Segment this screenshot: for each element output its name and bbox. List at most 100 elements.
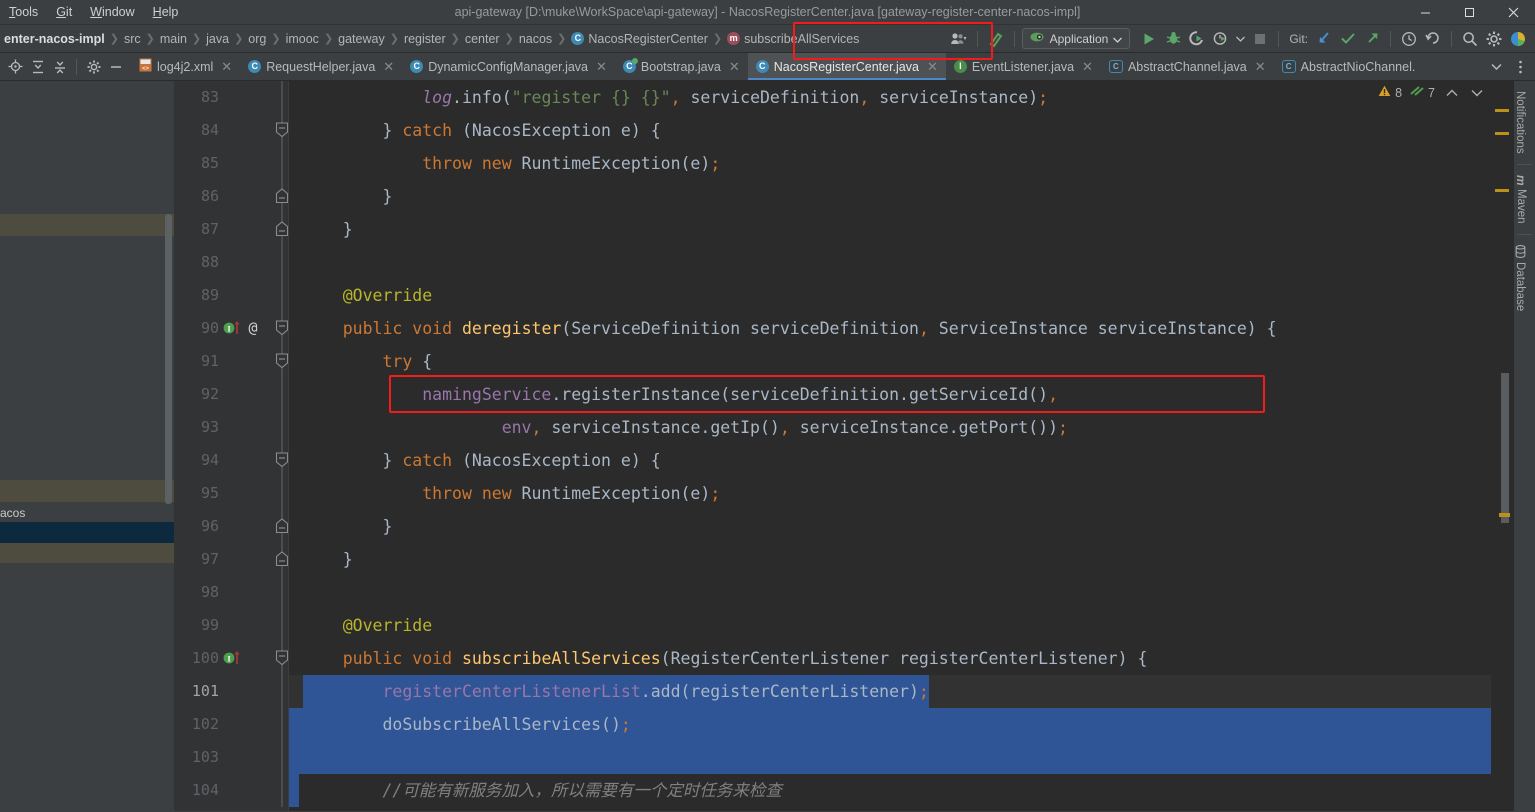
fold-marker[interactable]	[274, 444, 290, 477]
close-icon[interactable]: ✕	[1082, 59, 1093, 75]
editor-tab-abstractchannel[interactable]: C AbstractChannel.java ✕	[1101, 53, 1274, 80]
code-line[interactable]: 88	[174, 246, 1513, 279]
gear-icon[interactable]	[83, 56, 104, 77]
code-line[interactable]: 99 @Override	[174, 609, 1513, 642]
build-icon[interactable]	[985, 28, 1007, 50]
breadcrumb-item-method[interactable]: m subscribeAllServices	[723, 32, 863, 46]
fold-marker[interactable]	[274, 213, 290, 246]
chevron-down-icon[interactable]	[1471, 86, 1483, 100]
fold-marker[interactable]	[274, 312, 290, 345]
code-line[interactable]: 100 I public void subscribeAllServices(Re…	[174, 642, 1513, 675]
breadcrumb-item-gateway[interactable]: gateway	[334, 32, 389, 46]
close-icon[interactable]: ✕	[383, 59, 394, 75]
more-vertical-icon[interactable]	[1509, 56, 1531, 78]
code-line[interactable]: 91 try {	[174, 345, 1513, 378]
code-line[interactable]: 96 }	[174, 510, 1513, 543]
breadcrumb-item-center[interactable]: center	[461, 32, 504, 46]
code-line[interactable]: 85 throw new RuntimeException(e);	[174, 147, 1513, 180]
code-line[interactable]: 84 } catch (NacosException e) {	[174, 114, 1513, 147]
project-row-highlight[interactable]	[0, 543, 174, 563]
fold-marker[interactable]	[274, 345, 290, 378]
breadcrumb-item-main[interactable]: main	[156, 32, 191, 46]
code-line[interactable]: 101 registerCenterListenerList.add(regis…	[174, 675, 1513, 708]
close-icon[interactable]	[1491, 0, 1535, 25]
commit-icon[interactable]	[1337, 28, 1359, 50]
breadcrumb-item-java[interactable]: java	[202, 32, 233, 46]
project-row-selected[interactable]	[0, 522, 174, 543]
update-project-icon[interactable]	[1313, 28, 1335, 50]
ide-color-icon[interactable]	[1507, 28, 1529, 50]
locate-icon[interactable]	[5, 56, 26, 77]
collapse-all-icon[interactable]	[49, 56, 70, 77]
code-line[interactable]: 97 }	[174, 543, 1513, 576]
breadcrumb-item-imooc[interactable]: imooc	[282, 32, 323, 46]
run-icon[interactable]	[1138, 28, 1160, 50]
profiler-icon[interactable]	[1210, 28, 1232, 50]
code-line[interactable]: 89 @Override	[174, 279, 1513, 312]
tool-window-maven[interactable]: m Maven	[1514, 169, 1528, 230]
editor-tab-abstractniochannel[interactable]: C AbstractNioChannel.	[1274, 53, 1424, 80]
code-line[interactable]: 94 } catch (NacosException e) {	[174, 444, 1513, 477]
warning-marker[interactable]	[1495, 132, 1509, 135]
code-with-me-icon[interactable]	[948, 28, 970, 50]
close-icon[interactable]: ✕	[729, 59, 740, 75]
code-line[interactable]: 93 env, serviceInstance.getIp(), service…	[174, 411, 1513, 444]
editor-tab-nacosregistercenter[interactable]: C NacosRegisterCenter.java ✕	[747, 53, 946, 80]
code-line[interactable]: 98	[174, 576, 1513, 609]
gear-icon[interactable]	[1483, 28, 1505, 50]
inspection-widget[interactable]: 8 7	[1378, 85, 1483, 100]
code-line[interactable]: 103	[174, 741, 1513, 774]
project-row-highlight[interactable]	[0, 214, 174, 236]
expand-all-icon[interactable]	[27, 56, 48, 77]
push-icon[interactable]	[1361, 28, 1383, 50]
breadcrumb-item-org[interactable]: org	[244, 32, 270, 46]
fold-marker[interactable]	[274, 510, 290, 543]
hide-icon[interactable]	[105, 56, 126, 77]
run-with-coverage-icon[interactable]	[1186, 28, 1208, 50]
chevron-down-icon[interactable]	[1234, 28, 1247, 50]
minimize-icon[interactable]	[1403, 0, 1447, 25]
breadcrumb-item-class[interactable]: C NacosRegisterCenter	[567, 32, 712, 46]
menu-item-git[interactable]: Git	[47, 2, 81, 22]
implementing-method-icon[interactable]: I	[222, 319, 242, 339]
menu-item-tools[interactable]: TToolsools	[0, 2, 47, 22]
implementing-method-icon[interactable]: I	[222, 649, 242, 669]
chevron-down-icon[interactable]	[1485, 56, 1507, 78]
close-icon[interactable]: ✕	[596, 59, 607, 75]
code-line[interactable]: 102 doSubscribeAllServices();	[174, 708, 1513, 741]
code-editor[interactable]: 83 log.info("register {} {}", serviceDef…	[174, 81, 1513, 811]
editor-tab-requesthelper[interactable]: C RequestHelper.java ✕	[240, 53, 402, 80]
editor-tab-eventlistener[interactable]: I EventListener.java ✕	[946, 53, 1101, 80]
fold-marker[interactable]	[274, 180, 290, 213]
search-everywhere-icon[interactable]	[1459, 28, 1481, 50]
run-configuration-selector[interactable]: Application	[1021, 28, 1131, 49]
undo-icon[interactable]	[1422, 28, 1444, 50]
editor-tab-bootstrap[interactable]: C Bootstrap.java ✕	[615, 53, 748, 80]
warning-marker[interactable]	[1499, 513, 1510, 517]
warning-marker[interactable]	[1495, 189, 1509, 192]
editor-scrollbar[interactable]	[1501, 373, 1509, 523]
menu-item-window[interactable]: Window	[81, 2, 143, 22]
code-line[interactable]: 90 I @ public void deregister(ServiceDefin…	[174, 312, 1513, 345]
close-icon[interactable]: ✕	[927, 59, 938, 75]
tool-window-database[interactable]: Database	[1514, 239, 1526, 317]
breadcrumb-item-src[interactable]: src	[120, 32, 145, 46]
code-line[interactable]: 83 log.info("register {} {}", serviceDef…	[174, 81, 1513, 114]
editor-tab-dynamicconfigmanager[interactable]: C DynamicConfigManager.java ✕	[402, 53, 615, 80]
editor-tab-log4j2[interactable]: <> log4j2.xml ✕	[131, 53, 240, 80]
breadcrumb-item-nacos[interactable]: nacos	[515, 32, 556, 46]
debug-icon[interactable]	[1162, 28, 1184, 50]
history-icon[interactable]	[1398, 28, 1420, 50]
project-row-highlight[interactable]	[0, 480, 174, 502]
fold-marker[interactable]	[274, 543, 290, 576]
breadcrumb-item-register[interactable]: register	[400, 32, 450, 46]
fold-marker[interactable]	[274, 642, 290, 675]
code-line[interactable]: 87 }	[174, 213, 1513, 246]
project-tool-window[interactable]: acos	[0, 81, 174, 811]
code-line[interactable]: 104 //可能有新服务加入，所以需要有一个定时任务来检查	[174, 774, 1513, 807]
code-line[interactable]: 92 namingService.registerInstance(servic…	[174, 378, 1513, 411]
code-line[interactable]: 95 throw new RuntimeException(e);	[174, 477, 1513, 510]
tool-window-notifications[interactable]: Notifications	[1514, 85, 1526, 160]
code-line[interactable]: 86 }	[174, 180, 1513, 213]
project-scrollbar[interactable]	[165, 214, 172, 504]
